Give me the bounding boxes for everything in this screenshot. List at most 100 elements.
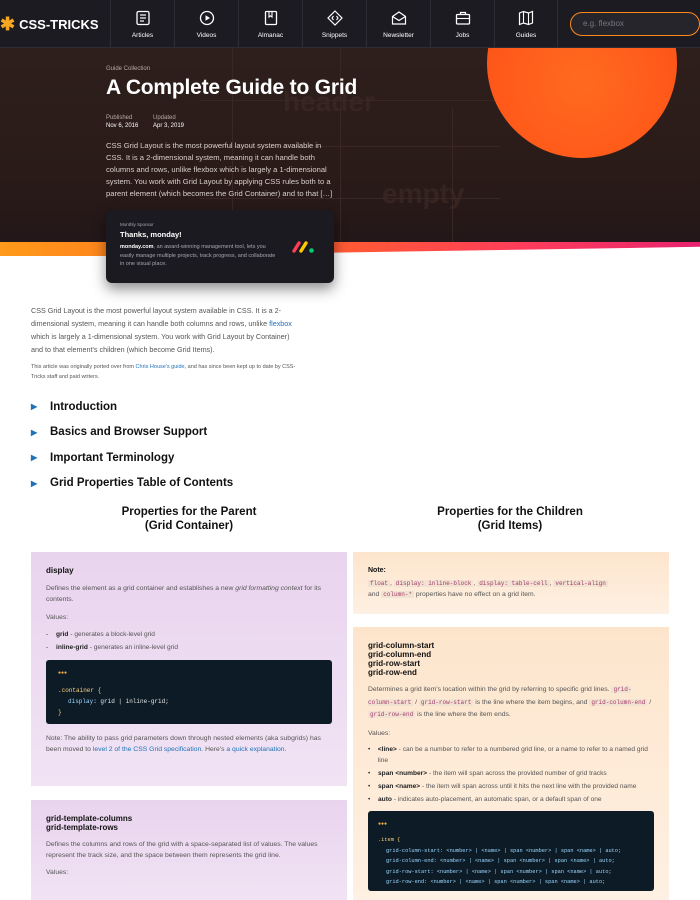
flexbox-link[interactable]: flexbox — [269, 319, 292, 328]
guide-collection-label[interactable]: Guide Collection — [106, 66, 150, 72]
published-date: Published Nov 6, 2016 — [106, 115, 138, 129]
value-text: - generates a block-level grid — [68, 631, 155, 638]
monday-logo[interactable] — [292, 240, 316, 254]
css-grid-level2-link[interactable]: level 2 of the CSS Grid specification — [93, 746, 201, 753]
nav-label: Jobs — [455, 31, 470, 39]
star-icon: ✱ — [0, 14, 16, 34]
toc-basics[interactable]: ▶ Basics and Browser Support — [31, 420, 233, 446]
hero-summary: CSS Grid Layout is the most powerful lay… — [106, 141, 333, 198]
heading-line: Properties for the Children — [437, 506, 583, 518]
display-property-card: display Defines the element as a grid co… — [31, 552, 347, 786]
inline-code: grid-column-end — [589, 698, 648, 706]
heading-sub: (Grid Container) — [144, 520, 234, 532]
nav-videos[interactable]: Videos — [174, 0, 238, 48]
grid-template-card: grid-template-columns grid-template-rows… — [31, 800, 347, 900]
nav-label: Guides — [515, 31, 537, 39]
property-title: grid-row-start — [368, 659, 420, 668]
code-line: grid-row-end: <number> | <name> | span <… — [386, 879, 606, 885]
sponsor-brand[interactable]: monday.com — [120, 244, 154, 250]
page-title: A Complete Guide to Grid — [106, 76, 358, 99]
sponsor-description: monday.com, an award-winning management … — [120, 243, 280, 269]
desc-text: Determines a grid item's location within… — [368, 686, 612, 693]
code-block[interactable]: ●●● .item { grid-column-start: <number> … — [368, 810, 654, 891]
intro-text: which is largely a 1-dimensional system.… — [31, 332, 290, 354]
value-item: • span <number> - the item will span acro… — [368, 768, 654, 779]
desc-text: Defines the element as a grid container … — [46, 585, 236, 592]
code-dots: ●●● — [378, 820, 388, 827]
main-nav: Articles Videos Almanac Snippets Newslet… — [110, 0, 558, 48]
nav-snippets[interactable]: Snippets — [302, 0, 366, 48]
code-value: grid | inline-grid; — [100, 698, 169, 705]
inline-code: display: table-cell — [477, 580, 550, 587]
heading-sub: (Grid Items) — [477, 520, 543, 532]
nav-label: Almanac — [257, 31, 284, 39]
toc-introduction[interactable]: ▶ Introduction — [31, 394, 233, 420]
toc-label: Important Terminology — [50, 451, 175, 464]
code-block[interactable]: ●●● .container { display: grid | inline-… — [46, 660, 332, 724]
hero-ghost-text: empty — [382, 178, 465, 209]
heading-line: Properties for the Parent — [121, 506, 257, 518]
triangle-right-icon: ▶ — [31, 402, 38, 412]
triangle-right-icon: ▶ — [31, 478, 38, 488]
bullet-dot: • — [368, 782, 371, 790]
inline-code: column-* — [381, 591, 415, 598]
updated-label: Updated — [153, 115, 176, 121]
updated-date: Updated Apr 3, 2019 — [153, 115, 184, 129]
nav-newsletter[interactable]: Newsletter — [366, 0, 430, 48]
code-line: grid-row-start: <number> | <name> | span… — [386, 868, 612, 875]
property-description: Defines the columns and rows of the grid… — [46, 841, 318, 859]
value-key: <line> — [377, 745, 397, 753]
value-text: - generates an inline-level grid — [87, 644, 179, 651]
code-dots: ●●● — [58, 670, 68, 676]
values-label: Values: — [46, 614, 69, 621]
property-title: grid-column-start — [368, 641, 435, 650]
almanac-icon — [264, 10, 277, 25]
snippets-icon — [326, 9, 343, 26]
chris-house-link[interactable]: Chris House's guide — [136, 364, 185, 370]
value-item: • auto - indicates auto-placement, an aut… — [368, 794, 654, 805]
nav-almanac[interactable]: Almanac — [238, 0, 302, 48]
desc-text: is the line where the item ends. — [415, 711, 511, 718]
code-line: .container { — [58, 687, 102, 694]
code-line: .item { — [378, 837, 401, 843]
value-key: inline-grid — [56, 644, 88, 651]
intro-paragraph: CSS Grid Layout is the most powerful lay… — [31, 304, 301, 356]
toc-terminology[interactable]: ▶ Important Terminology — [31, 445, 233, 471]
value-item: - grid - generates a block-level grid — [46, 629, 332, 640]
credit-text: This article was originally ported over … — [31, 364, 136, 370]
note-text: . — [284, 746, 287, 753]
sponsor-heading: Thanks, monday! — [120, 230, 182, 239]
subgrid-note: Note: The ability to pass grid parameter… — [46, 733, 332, 755]
value-item: • span <name> - the item will span across… — [368, 781, 654, 792]
toc-label: Basics and Browser Support — [50, 426, 208, 439]
nav-articles[interactable]: Articles — [110, 0, 174, 48]
value-text: - the item will span across until it hit… — [420, 782, 637, 790]
site-logo[interactable]: ✱ CSS-TRICKS — [0, 15, 99, 33]
quick-explanation-link[interactable]: a quick explanation — [226, 746, 284, 753]
sponsor-label: Monthly Sponsor — [120, 222, 154, 227]
values-label: Values: — [46, 869, 69, 876]
value-text: - indicates auto-placement, an automatic… — [391, 795, 602, 803]
note-text: and — [368, 591, 382, 598]
nav-guides[interactable]: Guides — [494, 0, 558, 48]
note-text: properties have no effect on a grid item… — [414, 591, 536, 598]
note-text: . Here's — [201, 746, 227, 753]
desc-text: is the line where the item begins, and — [473, 698, 590, 706]
value-key: span <name> — [378, 782, 421, 790]
toc-grid-properties[interactable]: ▶ Grid Properties Table of Contents — [31, 471, 233, 497]
guides-icon — [518, 10, 534, 25]
toc-label: Introduction — [50, 400, 118, 413]
top-navigation-bar: ✱ CSS-TRICKS Articles Videos Almanac Sni… — [0, 0, 700, 48]
value-text: - the item will span across the provided… — [427, 769, 607, 777]
inline-code: grid-row-start — [418, 698, 474, 706]
bullet-dot: • — [368, 745, 371, 753]
nav-jobs[interactable]: Jobs — [430, 0, 494, 48]
code-line: display: grid | inline-grid; — [68, 698, 169, 705]
search-input[interactable]: e.g. flexbox — [570, 12, 700, 36]
code-line: } — [58, 709, 62, 716]
children-properties-heading: Properties for the Children (Grid Items) — [395, 505, 625, 533]
articles-icon — [135, 10, 150, 25]
value-item: - inline-grid - generates an inline-level… — [46, 642, 332, 653]
inline-code: display: inline-block — [393, 580, 474, 587]
property-description: Determines a grid item's location within… — [368, 686, 652, 718]
